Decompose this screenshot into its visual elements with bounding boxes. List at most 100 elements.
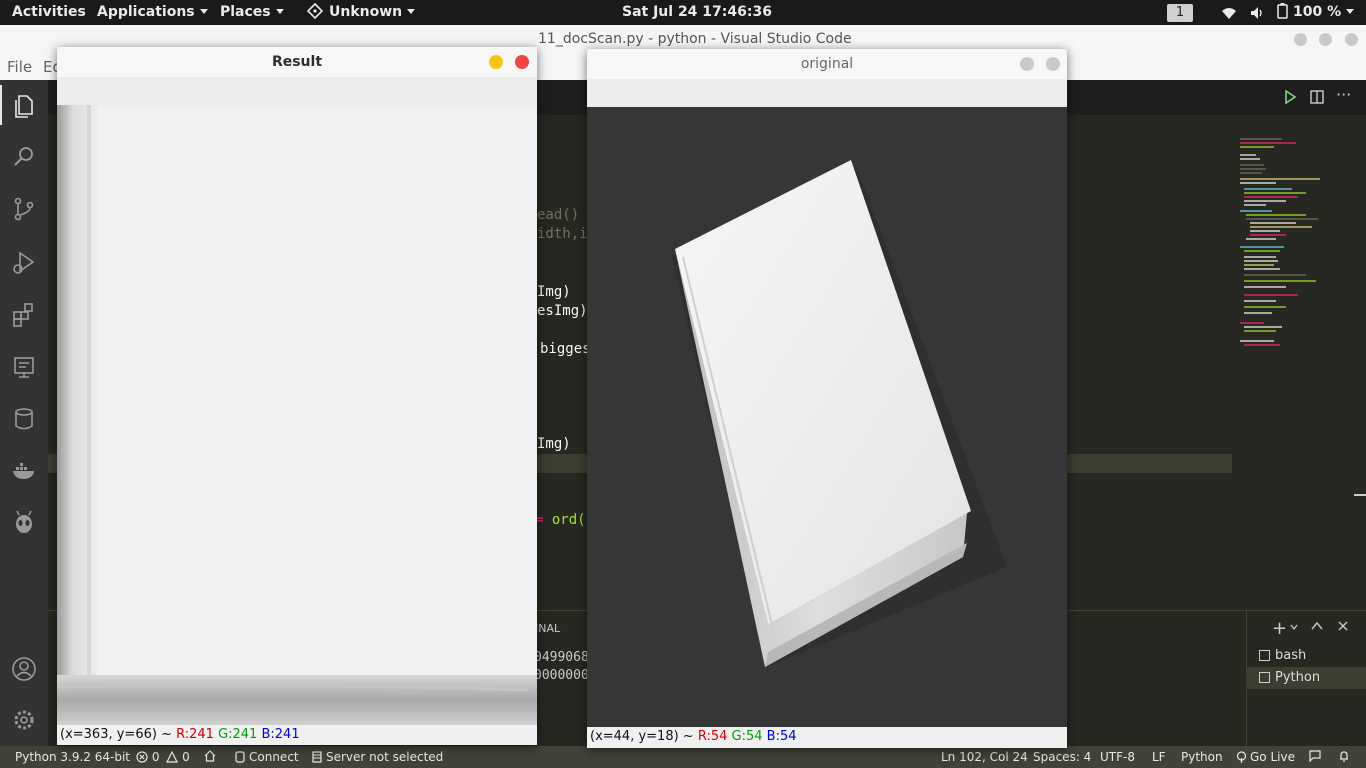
problems-indicator[interactable]: 0 0 [136,750,190,764]
terminal-icon [1259,650,1270,661]
minimize-button[interactable] [1020,57,1034,71]
places-menu[interactable]: Places [220,0,284,25]
original-window: original (x=44, y=18) ~ R:54 G:54 B:54 [587,49,1067,748]
original-toolbar [587,79,1067,107]
remote-explorer-icon[interactable] [10,353,38,381]
indentation[interactable]: Spaces: 4 [1033,750,1091,764]
red-value: R:241 [176,727,214,742]
code-line-7: = ord( [535,512,586,528]
cylinder-icon [235,751,245,763]
close-button[interactable] [1046,57,1060,71]
wifi-icon[interactable] [1221,0,1237,25]
places-label: Places [220,4,271,20]
menu-file[interactable]: File [7,58,32,76]
result-toolbar [57,77,537,105]
red-value: R:54 [697,729,728,744]
end-of-line[interactable]: LF [1152,750,1166,764]
status-bar: Python 3.9.2 64-bit 0 0 Connect Server n… [0,746,1366,768]
close-button[interactable] [1345,33,1358,46]
home-icon[interactable] [204,750,216,765]
language-mode[interactable]: Python [1181,750,1223,764]
terminal-line-2: 0000000 [534,668,589,683]
terminal-line-1: 0499068 [534,650,589,665]
activity-bar: 1 [0,80,48,748]
search-icon[interactable] [10,143,38,171]
run-file-icon[interactable] [1283,90,1297,104]
applications-label: Applications [97,4,195,20]
server-selector[interactable]: Server not selected [312,750,443,764]
python-interpreter[interactable]: Python 3.9.2 64-bit [15,750,130,764]
result-image[interactable] [57,105,537,725]
settings-gear-icon[interactable] [10,706,38,734]
explorer-icon[interactable] [10,92,38,120]
workspace-indicator[interactable]: 1 [1167,4,1193,22]
terminal-item-label: bash [1275,648,1307,663]
account-icon[interactable] [10,655,38,683]
battery-label: 100 % [1293,4,1342,20]
scrollbar-marker[interactable] [1354,494,1366,496]
volume-icon[interactable] [1250,0,1264,25]
cursor-position[interactable]: Ln 102, Col 24 [941,750,1028,764]
warning-icon [166,750,179,763]
minimap[interactable] [1236,135,1326,365]
network-menu[interactable]: Unknown [306,0,416,25]
gnome-top-bar: Activities Applications Places Unknown S… [0,0,1366,25]
alien-icon[interactable] [10,509,38,537]
cursor-coords: (x=363, y=66) ~ [60,727,177,742]
code-line-1: ead() [537,207,580,223]
green-value: G:241 [218,727,258,742]
run-debug-icon[interactable] [10,248,38,276]
terminal-list: bash Python [1246,611,1366,749]
original-window-title: original [587,49,1067,79]
blue-value: B:241 [261,727,300,742]
original-image[interactable] [587,107,1067,727]
activities-button[interactable]: Activities [12,0,86,25]
terminal-item-label: Python [1275,670,1321,685]
server-icon [312,751,322,763]
docker-icon[interactable] [10,457,38,485]
source-control-icon[interactable] [10,195,38,223]
code-line-4: esImg) [537,303,588,319]
active-indicator [0,85,2,125]
tab-terminal[interactable]: INAL [535,622,560,635]
chevron-down-icon [407,9,416,14]
terminal-item-bash[interactable]: bash [1247,645,1366,667]
broadcast-icon [1236,751,1247,763]
network-label: Unknown [329,4,403,20]
connect-button[interactable]: Connect [235,750,299,764]
clock[interactable]: Sat Jul 24 17:46:36 [622,0,772,25]
minimize-button[interactable] [1294,33,1307,46]
maximize-button[interactable] [1319,33,1332,46]
split-editor-icon[interactable] [1310,90,1324,104]
minimize-button[interactable] [489,55,503,69]
terminal-icon [1259,672,1270,683]
applications-menu[interactable]: Applications [97,0,208,25]
extensions-icon[interactable] [10,300,38,328]
close-button[interactable] [515,55,529,69]
chevron-down-icon [199,9,208,14]
server-label: Server not selected [326,750,444,764]
code-line-6: Img) [537,436,571,452]
terminal-item-python[interactable]: Python [1247,667,1366,689]
feedback-icon[interactable] [1309,750,1321,765]
connect-label: Connect [249,750,299,764]
encoding[interactable]: UTF-8 [1100,750,1135,764]
chevron-down-icon [275,9,284,14]
more-actions-icon[interactable]: ··· [1336,85,1351,104]
go-live-button[interactable]: Go Live [1236,750,1295,764]
result-window: Result (x=363, y=66) ~ R:241 G:241 B:241 [57,47,537,745]
green-value: G:54 [731,729,763,744]
database-icon[interactable] [10,405,38,433]
code-ord: ord( [551,512,586,528]
warning-count: 0 [182,750,190,764]
error-icon [136,751,148,763]
chevron-down-icon [1346,9,1355,14]
cursor-coords: (x=44, y=18) ~ [590,729,698,744]
battery-icon [1277,3,1288,19]
window-title: 11_docScan.py - python - Visual Studio C… [538,31,852,47]
notifications-icon[interactable] [1338,750,1350,765]
battery-menu[interactable]: 100 % [1277,0,1355,25]
result-status-bar: (x=363, y=66) ~ R:241 G:241 B:241 [57,725,537,745]
original-status-bar: (x=44, y=18) ~ R:54 G:54 B:54 [587,727,1067,747]
code-line-3: Img) [537,284,571,300]
